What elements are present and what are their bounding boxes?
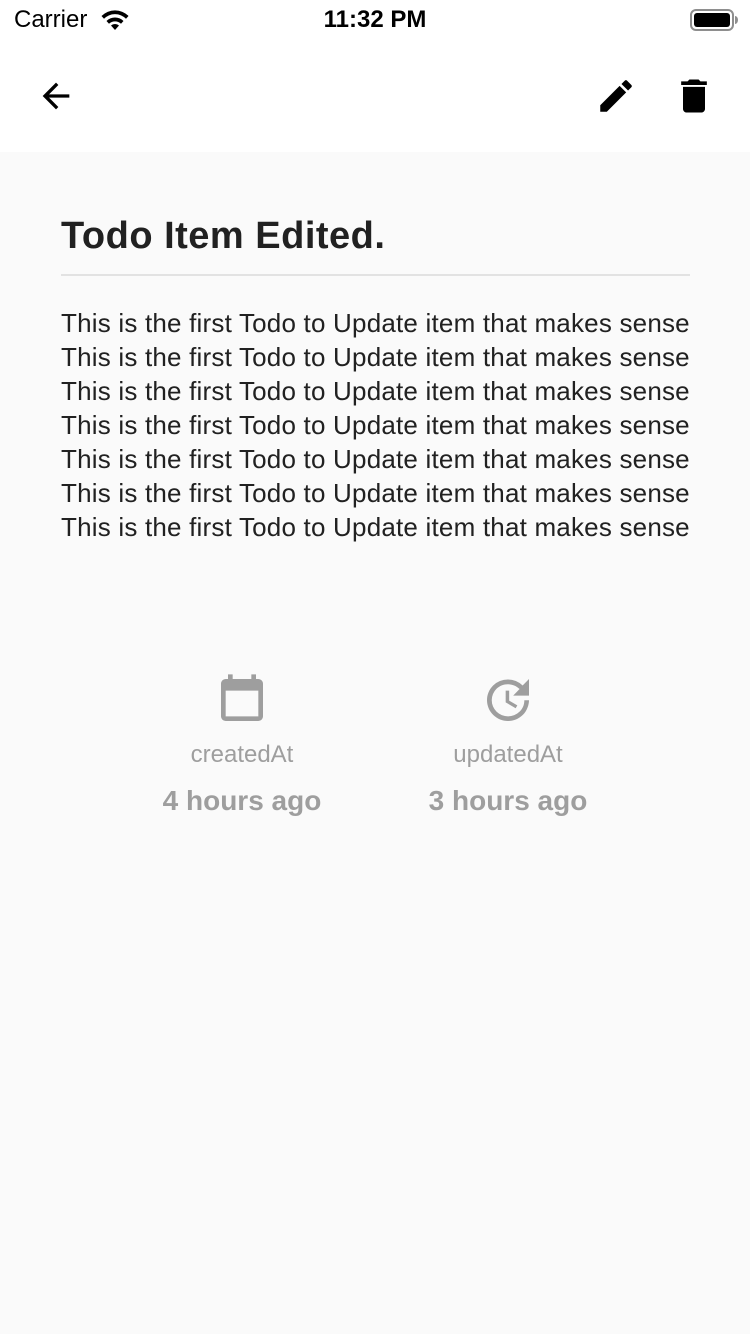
pencil-icon	[600, 80, 632, 112]
delete-button[interactable]	[666, 68, 722, 124]
back-button[interactable]	[28, 68, 84, 124]
updated-at-value: 3 hours ago	[428, 785, 588, 816]
created-at-label: createdAt	[190, 741, 294, 768]
created-at-block: createdAt 4 hours ago	[112, 672, 372, 818]
todo-title: Todo Item Edited.	[61, 215, 386, 257]
trash-icon	[681, 79, 707, 113]
updated-at-block: updatedAt 3 hours ago	[378, 672, 638, 818]
edit-button[interactable]	[588, 68, 644, 124]
clock-update-icon	[487, 679, 529, 721]
app-bar	[0, 40, 750, 152]
created-at-value: 4 hours ago	[162, 785, 322, 816]
battery-icon	[690, 9, 738, 31]
todo-description: This is the first Todo to Update item th…	[61, 308, 690, 542]
arrow-left-icon	[42, 82, 70, 110]
todo-detail: Todo Item Edited. This is the first Todo…	[61, 152, 690, 544]
updated-at-label: updatedAt	[453, 741, 563, 768]
status-time: 11:32 PM	[323, 6, 427, 33]
timestamps-row: createdAt 4 hours ago updatedAt 3 hours …	[0, 672, 750, 832]
calendar-icon	[221, 674, 263, 721]
status-bar: Carrier 11:32 PM	[0, 0, 750, 40]
